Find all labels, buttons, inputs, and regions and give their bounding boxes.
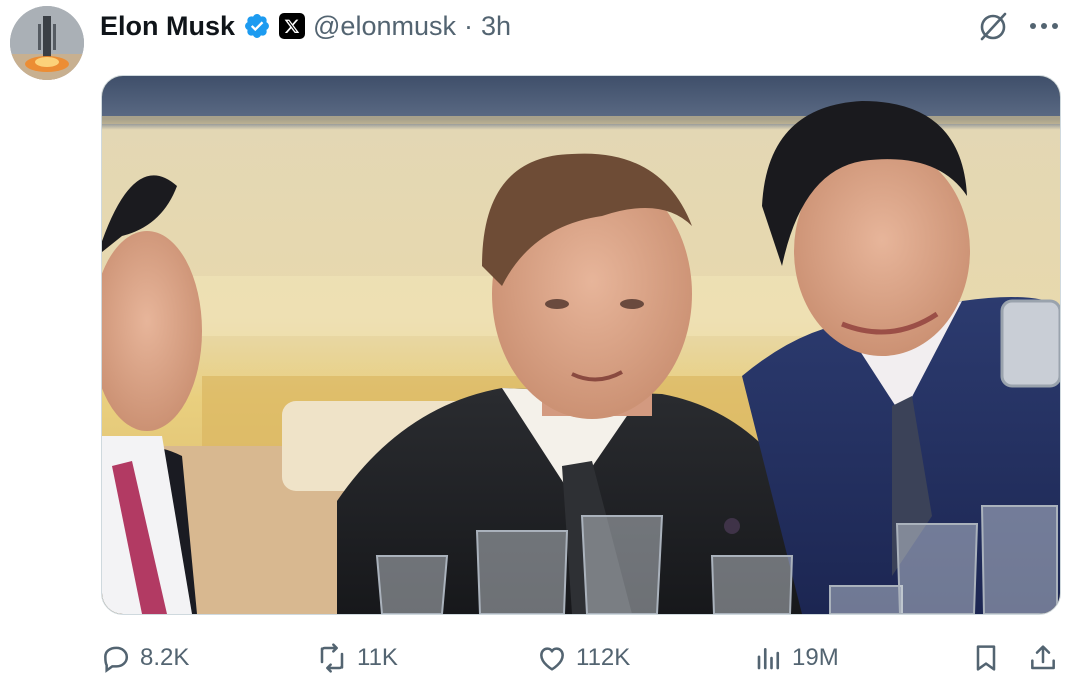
heart-icon (540, 647, 564, 671)
author-handle[interactable]: @elonmusk (313, 11, 456, 42)
like-button[interactable]: 112K (536, 630, 630, 686)
avatar[interactable] (10, 6, 84, 80)
repost-count: 11K (357, 644, 398, 671)
author-name[interactable]: Elon Musk (100, 11, 235, 42)
grok-icon[interactable] (975, 8, 1011, 44)
share-button[interactable] (1027, 630, 1059, 686)
share-upload-icon (1031, 645, 1055, 670)
bookmark-button[interactable] (970, 630, 1002, 686)
video-frame-image (102, 76, 1060, 614)
reply-count: 8.2K (140, 644, 190, 671)
verified-badge-icon[interactable] (243, 12, 271, 40)
view-count: 19M (792, 644, 839, 671)
post-actions-bar: 8.2K 11K 112K 19M (0, 630, 1080, 686)
post-media-video[interactable] (101, 75, 1061, 615)
x-logo-icon (279, 13, 306, 39)
reply-button[interactable]: 8.2K (100, 630, 189, 686)
speech-bubble-icon (104, 646, 129, 673)
bar-chart-icon (757, 647, 780, 670)
like-count: 112K (576, 644, 631, 671)
repost-arrows-icon (320, 643, 344, 673)
more-options-icon[interactable] (1022, 8, 1066, 44)
separator-dot: · (463, 10, 473, 41)
post-timestamp[interactable]: 3h (481, 11, 511, 42)
views-button[interactable]: 19M (754, 630, 839, 686)
repost-button[interactable]: 11K (315, 630, 398, 686)
bookmark-icon (976, 645, 996, 671)
avatar-rocket-image (10, 6, 84, 80)
post-header: Elon Musk @elonmusk · 3h (100, 6, 511, 46)
